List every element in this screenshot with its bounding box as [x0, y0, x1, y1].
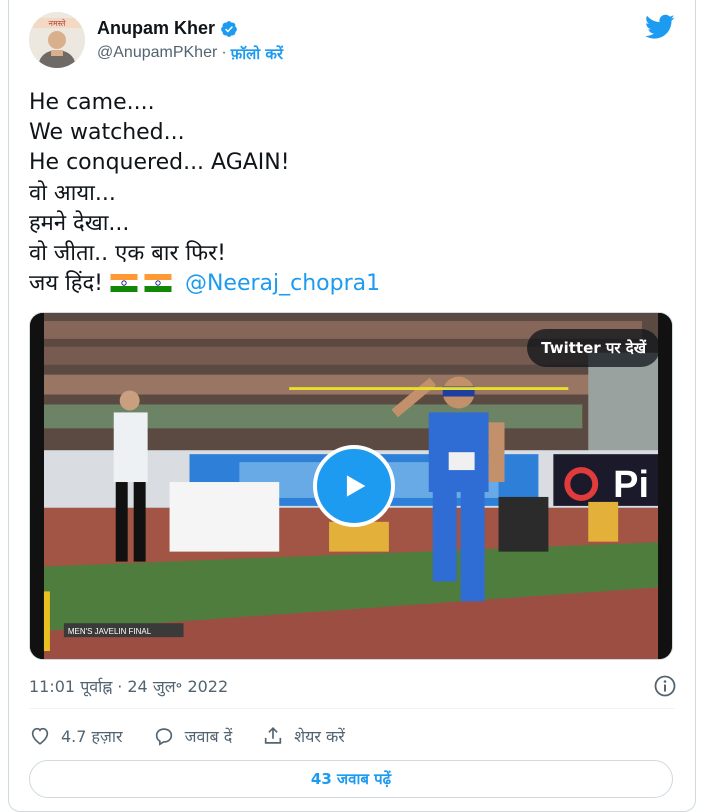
tweet-date[interactable]: 24 जुल॰ 2022 [127, 675, 228, 697]
tweet-line-prefix: जय हिंद! [29, 271, 103, 297]
author-name[interactable]: Anupam Kher [97, 18, 215, 39]
twitter-bird-icon[interactable] [645, 14, 675, 40]
india-flag-icon [110, 274, 138, 293]
play-icon [346, 475, 366, 497]
reply-icon [155, 728, 172, 746]
tweet-text: He came.... We watched... He conquered..… [29, 88, 669, 299]
tweet-time[interactable]: 11:01 पूर्वाह्न [29, 675, 112, 697]
share-label: शेयर करें [294, 727, 345, 746]
author-name-row: Anupam Kher [97, 18, 238, 39]
tweet-line: हमने देखा... [29, 210, 130, 236]
heart-icon [31, 727, 49, 745]
author-handle[interactable]: @AnupamPKher [97, 44, 217, 64]
share-icon [265, 727, 282, 744]
tweet-line: He conquered... AGAIN! [29, 150, 290, 176]
author-handle-row: @AnupamPKher · फ़ॉलो करें [97, 44, 283, 64]
tweet-card: नमस्ते Anupam Kher @AnupamPKher · फ़ॉलो … [8, 0, 696, 812]
follow-button[interactable]: फ़ॉलो करें [231, 44, 283, 64]
info-icon[interactable] [653, 674, 677, 698]
avatar[interactable]: नमस्ते [29, 12, 85, 68]
divider [29, 708, 675, 709]
video-player[interactable]: Pi MEN'S JAVELIN FINAL Twitter पर देखें [29, 312, 673, 660]
tweet-line: वो जीता.. एक बार फिर! [29, 241, 226, 267]
tweet-actions: 4.7 हज़ार जवाब दें शेयर करें [29, 722, 375, 750]
meta-separator: · [117, 676, 123, 696]
handle-separator: · [221, 44, 227, 61]
play-button[interactable] [313, 445, 395, 527]
tweet-line: He came.... [29, 90, 155, 115]
tweet-line: वो आया... [29, 180, 116, 206]
watch-on-twitter-button[interactable]: Twitter पर देखें [527, 329, 660, 367]
india-flag-icon [144, 274, 172, 293]
read-replies-button[interactable]: 43 जवाब पढ़ें [29, 760, 673, 798]
reply-label: जवाब दें [184, 727, 233, 746]
share-button[interactable]: शेयर करें [262, 725, 345, 747]
reply-button[interactable]: जवाब दें [153, 725, 233, 747]
like-count: 4.7 हज़ार [61, 727, 123, 746]
tweet-header: नमस्ते Anupam Kher @AnupamPKher · फ़ॉलो … [29, 12, 675, 72]
svg-text:नमस्ते: नमस्ते [49, 18, 66, 28]
verified-badge-icon [221, 20, 237, 37]
banner-text: Pi [613, 464, 649, 506]
like-button[interactable]: 4.7 हज़ार [29, 725, 123, 747]
tweet-last-line: जय हिंद! @Neeraj_chopra1 [29, 269, 669, 299]
tweet-line: We watched... [29, 120, 185, 146]
video-caption: MEN'S JAVELIN FINAL [68, 627, 152, 636]
tweet-meta: 11:01 पूर्वाह्न · 24 जुल॰ 2022 [29, 674, 677, 698]
mention-link[interactable]: @Neeraj_chopra1 [185, 271, 380, 296]
